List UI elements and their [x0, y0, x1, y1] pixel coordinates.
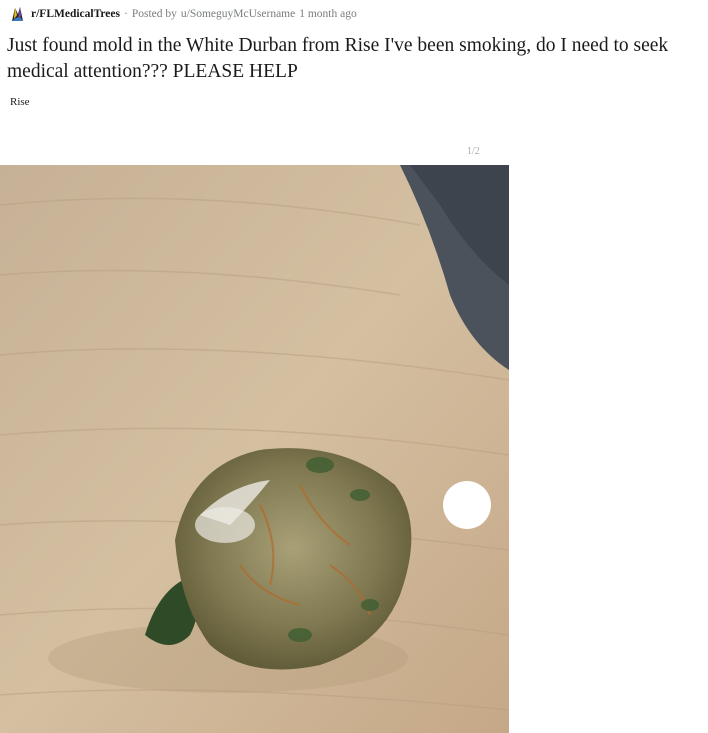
next-image-button[interactable]: [443, 481, 491, 529]
subreddit-icon[interactable]: [8, 5, 26, 23]
post-flair[interactable]: Rise: [10, 96, 30, 108]
subreddit-link[interactable]: r/FLMedicalTrees: [31, 8, 120, 20]
bud-photo: [0, 165, 509, 733]
post-title[interactable]: Just found mold in the White Durban from…: [7, 33, 707, 85]
gallery-counter: 1/2: [467, 146, 480, 157]
post-meta: r/FLMedicalTrees · Posted by u/SomeguyMc…: [8, 4, 357, 24]
meta-separator: ·: [124, 8, 128, 20]
post-age: 1 month ago: [299, 8, 357, 20]
username-link[interactable]: u/SomeguyMcUsername: [181, 8, 295, 20]
gallery-image[interactable]: [0, 165, 509, 733]
posted-by-label: Posted by: [131, 8, 177, 20]
